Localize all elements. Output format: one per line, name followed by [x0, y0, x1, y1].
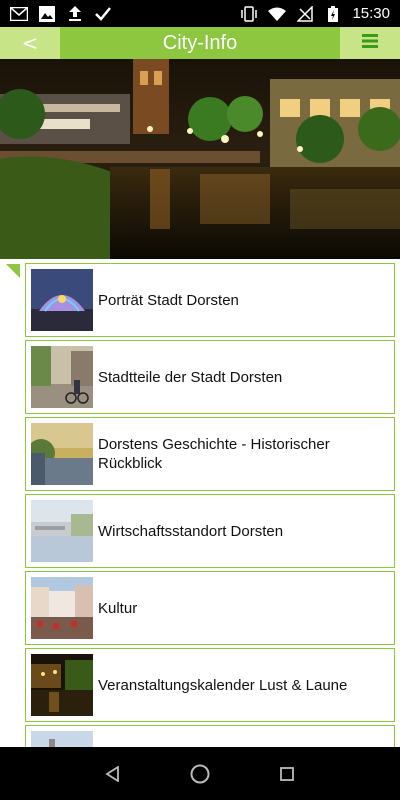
list-item-label: Porträt Stadt Dorsten: [98, 291, 239, 309]
list-item-label: Kultur: [98, 599, 138, 617]
street-cyclist-photo: [31, 346, 93, 408]
list-item-label: Stadtteile der Stadt Dorsten: [98, 368, 283, 386]
illuminated-dome-photo: [31, 269, 93, 331]
list-item[interactable]: Veranstaltungskalender Lust & Laune: [25, 648, 395, 722]
clock: 15:30: [352, 5, 390, 22]
battery-charging-icon: [324, 5, 342, 22]
list-item[interactable]: Porträt Stadt Dorsten: [25, 263, 395, 337]
status-bar: 15:30: [0, 0, 400, 27]
system-nav-bar: [0, 747, 400, 800]
corner-marker-icon: [6, 264, 20, 278]
upload-icon: [66, 5, 84, 22]
back-button[interactable]: <: [0, 27, 60, 59]
partial-city-photo: [31, 731, 93, 747]
list-item-label: Wirtschaftsstandort Dorsten: [98, 522, 284, 540]
nav-back-button[interactable]: [101, 762, 125, 786]
hamburger-menu-icon: [362, 33, 378, 53]
list-item[interactable]: Stadtteile der Stadt Dorsten: [25, 340, 395, 414]
back-label: <: [21, 31, 39, 55]
waterfront-buildings-photo: [31, 500, 93, 562]
menu-button[interactable]: [340, 27, 400, 59]
night-event-photo: [31, 654, 93, 716]
title-bar: City-Info: [60, 27, 340, 59]
list-item[interactable]: Kultur: [25, 571, 395, 645]
app-bar: < City-Info: [0, 27, 400, 59]
list-item[interactable]: Wirtschaftsstandort Dorsten: [25, 494, 395, 568]
list-item[interactable]: [25, 725, 395, 747]
nav-home-button[interactable]: [188, 762, 212, 786]
city-info-list: Porträt Stadt Dorsten Stadtteile der Sta…: [0, 262, 400, 747]
list-item[interactable]: Dorstens Geschichte - Historischer Rückb…: [25, 417, 395, 491]
list-item-label: Veranstaltungskalender Lust & Laune: [98, 676, 348, 694]
hero-image: [0, 59, 400, 259]
list-item-label: Dorstens Geschichte - Historischer Rückb…: [98, 436, 330, 472]
vibrate-icon: [240, 5, 258, 22]
checkmark-icon: [94, 6, 112, 22]
mail-icon: [10, 6, 28, 22]
river-view-photo: [31, 423, 93, 485]
dorsten-night-canal-photo: [0, 59, 400, 259]
square-recents-icon: [279, 766, 294, 781]
no-signal-icon: [296, 5, 314, 22]
page-title: City-Info: [162, 31, 238, 54]
image-icon: [38, 5, 56, 22]
wifi-icon: [268, 6, 287, 22]
nav-recents-button[interactable]: [275, 762, 299, 786]
market-square-crowd-photo: [31, 577, 93, 639]
triangle-back-icon: [105, 765, 120, 782]
circle-home-icon: [190, 764, 210, 783]
